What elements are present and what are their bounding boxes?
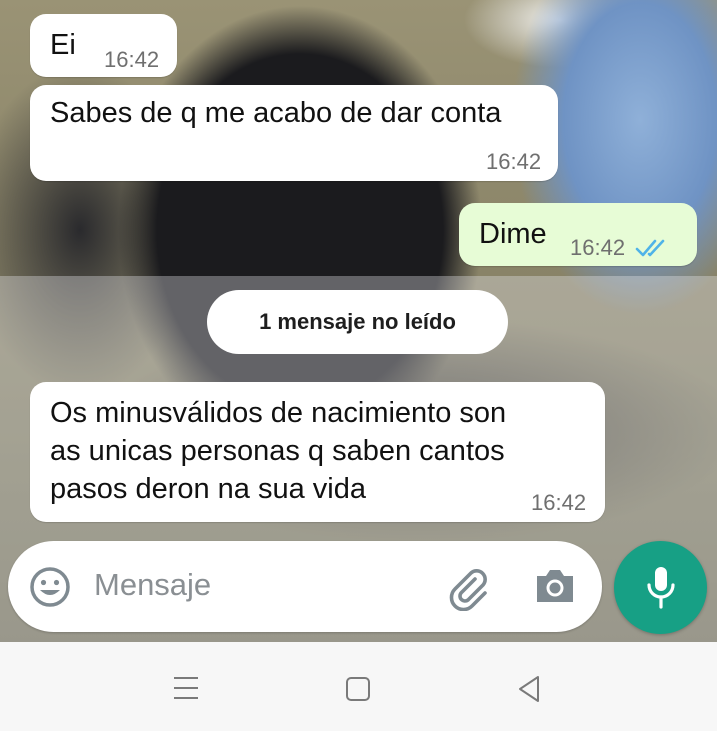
back-triangle-icon[interactable] <box>515 674 543 704</box>
message-time: 16:42 <box>531 490 587 515</box>
message-bubble-outgoing[interactable]: Dime 16:42 <box>459 203 697 266</box>
system-navigation-bar <box>0 642 717 731</box>
message-input[interactable]: Mensaje <box>94 567 211 603</box>
message-time: 16:42 <box>104 47 160 72</box>
menu-lines-icon[interactable] <box>172 674 200 702</box>
voice-message-button[interactable] <box>614 541 707 634</box>
double-check-read-icon <box>635 239 665 257</box>
unread-divider-label: 1 mensaje no leído <box>259 309 456 334</box>
unread-messages-divider: 1 mensaje no leído <box>207 290 508 354</box>
message-time: 16:42 <box>570 235 626 260</box>
message-bubble-incoming[interactable]: Ei 16:42 <box>30 14 177 77</box>
paperclip-icon[interactable] <box>445 565 491 611</box>
message-composer: Mensaje <box>8 541 602 632</box>
message-text: Dime <box>479 218 547 250</box>
message-bubble-incoming[interactable]: Os minusválidos de nacimiento son as uni… <box>30 382 605 522</box>
emoji-icon[interactable] <box>28 565 72 609</box>
message-text: Os minusválidos de nacimiento son as uni… <box>50 397 507 505</box>
message-text: Ei <box>50 29 76 61</box>
camera-icon[interactable] <box>533 566 577 606</box>
message-bubble-incoming[interactable]: Sabes de q me acabo de dar conta 16:42 <box>30 85 558 181</box>
microphone-icon <box>647 567 675 609</box>
message-time: 16:42 <box>486 149 542 174</box>
message-text: Sabes de q me acabo de dar conta <box>50 97 502 129</box>
home-square-icon[interactable] <box>344 675 372 703</box>
